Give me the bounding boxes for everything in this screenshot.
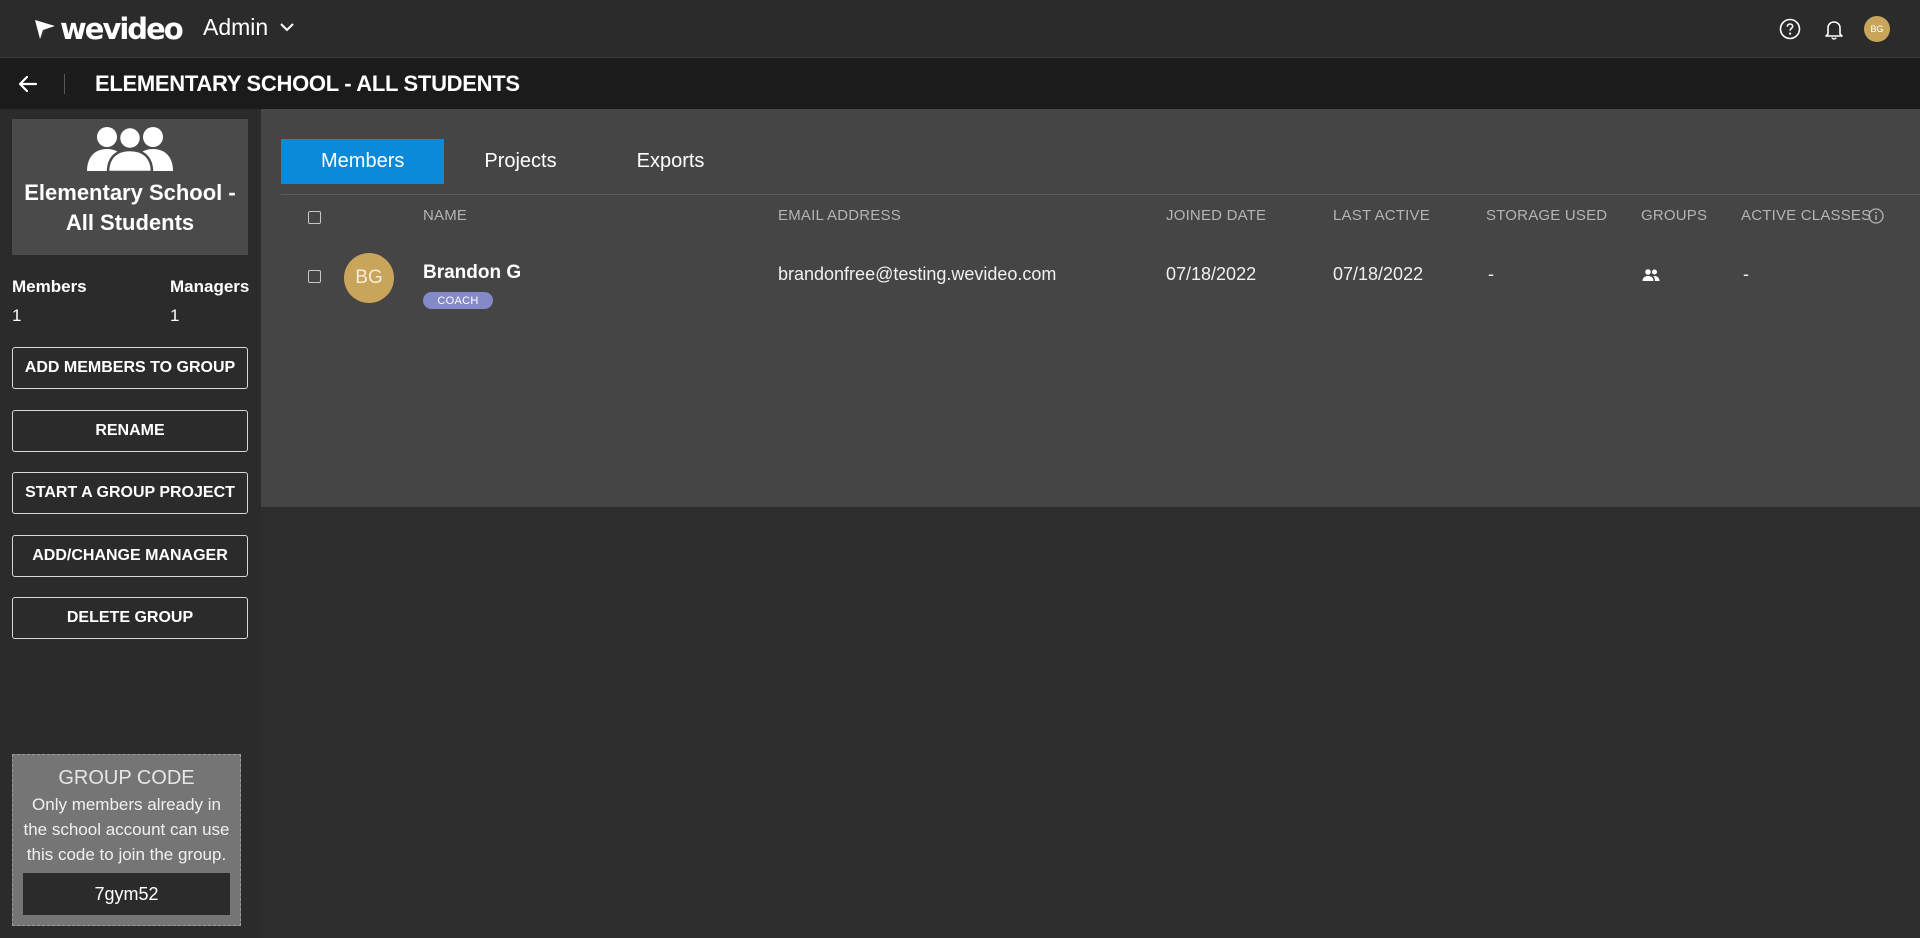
managers-count-value: 1 — [170, 306, 180, 325]
page-header: ELEMENTARY SCHOOL - ALL STUDENTS — [0, 58, 1920, 109]
members-count-label: Members — [12, 277, 87, 296]
change-manager-button[interactable]: ADD/CHANGE MANAGER — [12, 535, 248, 577]
group-code-description: Only members already in the school accou… — [23, 795, 230, 864]
tab-bar: Members Projects Exports — [281, 139, 744, 184]
user-avatar[interactable]: BG — [1864, 16, 1890, 42]
groups-icon[interactable] — [1642, 268, 1660, 282]
rename-button[interactable]: RENAME — [12, 410, 248, 452]
delete-group-button[interactable]: DELETE GROUP — [12, 597, 248, 639]
brand-name: wevideo — [60, 12, 184, 46]
role-label: Admin — [203, 14, 269, 40]
top-navigation-bar: wevideo Admin BG — [0, 0, 1920, 58]
members-content: Members Projects Exports NAME EMAIL ADDR… — [261, 109, 1920, 507]
group-name: Elementary School - All Students — [24, 180, 236, 235]
group-code-value[interactable]: 7gym52 — [23, 873, 230, 915]
wevideo-logo-icon — [35, 20, 55, 39]
member-email: brandonfree@testing.wevideo.com — [778, 264, 1057, 284]
member-joined-date: 07/18/2022 — [1166, 264, 1257, 284]
chevron-down-icon — [280, 23, 294, 32]
group-code-title: GROUP CODE — [58, 767, 195, 789]
notification-bell-icon[interactable] — [1820, 15, 1848, 43]
role-switcher[interactable]: Admin — [203, 14, 294, 41]
add-members-button[interactable]: ADD MEMBERS TO GROUP — [12, 347, 248, 389]
page-title: ELEMENTARY SCHOOL - ALL STUDENTS — [95, 71, 520, 96]
members-table: NAME EMAIL ADDRESS JOINED DATE LAST ACTI… — [281, 194, 1920, 507]
column-header-groups[interactable]: GROUPS — [1641, 207, 1707, 224]
member-storage-used: - — [1488, 264, 1494, 284]
group-people-icon — [87, 125, 173, 174]
tab-members[interactable]: Members — [281, 139, 445, 184]
tab-exports[interactable]: Exports — [597, 139, 745, 184]
group-code-panel: GROUP CODE Only members already in the s… — [12, 754, 241, 926]
group-sidebar: Elementary School - All Students Members… — [0, 109, 260, 938]
column-header-storage-used[interactable]: STORAGE USED — [1486, 207, 1607, 224]
row-select-checkbox[interactable] — [308, 270, 321, 283]
column-header-joined-date[interactable]: JOINED DATE — [1166, 207, 1266, 224]
group-card: Elementary School - All Students — [12, 119, 248, 255]
select-all-checkbox[interactable] — [308, 211, 321, 224]
member-name[interactable]: Brandon G — [423, 262, 521, 284]
tab-projects[interactable]: Projects — [444, 139, 596, 184]
main-panel: Members Projects Exports NAME EMAIL ADDR… — [260, 109, 1920, 938]
member-avatar: BG — [344, 253, 394, 303]
member-last-active: 07/18/2022 — [1333, 264, 1424, 284]
wevideo-logo[interactable]: wevideo — [34, 12, 184, 46]
column-header-active-classes[interactable]: ACTIVE CLASSES — [1741, 207, 1871, 224]
role-badge: COACH — [423, 292, 493, 309]
back-arrow-icon[interactable] — [16, 72, 40, 96]
help-icon[interactable] — [1776, 15, 1804, 43]
header-divider — [64, 74, 65, 94]
start-group-project-button[interactable]: START A GROUP PROJECT — [12, 472, 248, 514]
column-header-name[interactable]: NAME — [423, 207, 467, 224]
column-header-email[interactable]: EMAIL ADDRESS — [778, 207, 901, 224]
managers-count-label: Managers — [170, 277, 250, 296]
members-count-value: 1 — [12, 306, 22, 325]
info-icon[interactable] — [1868, 208, 1884, 224]
column-header-last-active[interactable]: LAST ACTIVE — [1333, 207, 1430, 224]
member-active-classes: - — [1743, 264, 1749, 284]
